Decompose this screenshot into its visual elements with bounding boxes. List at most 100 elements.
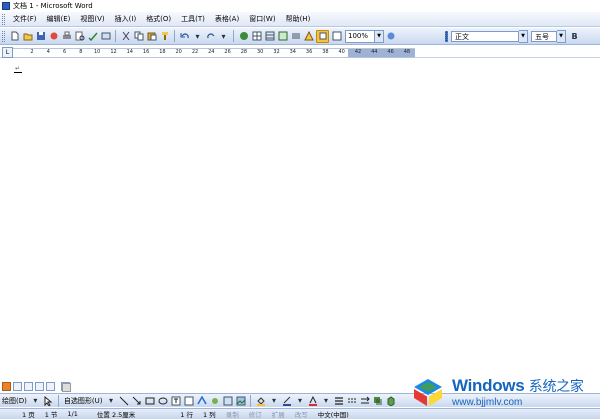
title-bar: 文档 1 - Microsoft Word	[0, 0, 600, 12]
line-color-dropdown-icon[interactable]: ▾	[294, 395, 305, 406]
outline-view-icon[interactable]	[35, 382, 44, 391]
fill-color-icon[interactable]	[255, 395, 266, 406]
menu-bar: 文件(F) 编辑(E) 视图(V) 插入(I) 格式(O) 工具(T) 表格(A…	[0, 12, 600, 27]
status-rec[interactable]: 录制	[221, 409, 244, 419]
status-trk[interactable]: 修订	[244, 409, 267, 419]
style-select[interactable]: 正文	[451, 30, 519, 42]
menu-window[interactable]: 窗口(W)	[244, 13, 280, 26]
line-color-icon[interactable]	[281, 395, 292, 406]
vertical-text-box-icon[interactable]	[183, 395, 194, 406]
font-size-select[interactable]: 五号	[531, 30, 557, 42]
line-icon[interactable]	[118, 395, 129, 406]
rectangle-icon[interactable]	[144, 395, 155, 406]
tab-stop-selector[interactable]: L	[2, 47, 13, 58]
ruler-tick-label: 14	[126, 49, 133, 55]
draw-menu-button[interactable]: 绘图(D)	[0, 396, 29, 406]
ruler-tick-label: 12	[110, 49, 117, 55]
font-size-dropdown-icon[interactable]: ▼	[557, 29, 566, 43]
status-ovr[interactable]: 改写	[290, 409, 313, 419]
zoom-dropdown-icon[interactable]: ▼	[375, 29, 384, 43]
cut-icon[interactable]	[120, 31, 131, 42]
drawing-toggle-icon[interactable]	[303, 31, 314, 42]
arrow-icon[interactable]	[131, 395, 142, 406]
insert-picture-icon[interactable]	[235, 395, 246, 406]
text-box-icon[interactable]	[170, 395, 181, 406]
diagram-icon[interactable]	[209, 395, 220, 406]
print-preview-icon[interactable]	[74, 31, 85, 42]
windows-logo-icon	[414, 378, 442, 406]
ruler-tick-label: 20	[175, 49, 182, 55]
spelling-icon[interactable]	[87, 31, 98, 42]
bold-button[interactable]: B	[569, 31, 580, 42]
status-page: 1 页	[22, 411, 35, 419]
dash-style-icon[interactable]	[346, 395, 357, 406]
watermark: Windows 系统之家 www.bjjmlv.com	[410, 369, 600, 414]
menu-insert[interactable]: 插入(I)	[110, 13, 142, 26]
ruler-tick-label: 2	[30, 49, 34, 55]
format-painter-icon[interactable]	[159, 31, 170, 42]
line-style-icon[interactable]	[333, 395, 344, 406]
menu-tools[interactable]: 工具(T)	[176, 13, 210, 26]
menu-help[interactable]: 帮助(H)	[281, 13, 316, 26]
zoom-field[interactable]: 100%	[345, 29, 375, 43]
help-icon[interactable]	[385, 31, 396, 42]
menu-table[interactable]: 表格(A)	[210, 13, 244, 26]
autoshapes-menu-button[interactable]: 自选图形(U)	[62, 396, 105, 406]
menu-format[interactable]: 格式(O)	[141, 13, 176, 26]
ruler-tick-label: 24	[208, 49, 215, 55]
status-line: 1 行	[180, 411, 193, 419]
fill-color-dropdown-icon[interactable]: ▾	[268, 395, 279, 406]
ruler-tick-label: 48	[403, 49, 411, 55]
toolbar-separator	[57, 394, 59, 407]
formatting-toolbar-grip-icon[interactable]	[445, 30, 448, 42]
style-dropdown-icon[interactable]: ▼	[519, 29, 528, 43]
horizontal-scrollbar[interactable]	[62, 383, 71, 392]
3d-style-icon[interactable]	[385, 395, 396, 406]
paste-icon[interactable]	[146, 31, 157, 42]
research-icon[interactable]	[100, 31, 111, 42]
redo-dropdown-icon[interactable]: ▾	[218, 31, 229, 42]
document-map-icon[interactable]	[316, 29, 329, 43]
draw-menu-dropdown-icon[interactable]: ▾	[30, 395, 41, 406]
font-color-icon[interactable]	[307, 395, 318, 406]
wordart-icon[interactable]	[196, 395, 207, 406]
new-document-icon[interactable]	[9, 31, 20, 42]
ruler-tick-label: 6	[63, 49, 67, 55]
arrow-style-icon[interactable]	[359, 395, 370, 406]
document-area[interactable]: ↵	[0, 59, 600, 380]
redo-icon[interactable]	[205, 31, 216, 42]
permission-icon[interactable]	[48, 31, 59, 42]
web-layout-view-icon[interactable]	[13, 382, 22, 391]
ruler-track[interactable]: 2 4 6 8 10 12 14 16 18 20 22 24 26 28 30 32 34 36 38 40 42 44…	[13, 48, 415, 58]
menu-view[interactable]: 视图(V)	[75, 13, 109, 26]
toolbar-separator	[250, 394, 252, 407]
undo-dropdown-icon[interactable]: ▾	[192, 31, 203, 42]
open-folder-icon[interactable]	[22, 31, 33, 42]
save-icon[interactable]	[35, 31, 46, 42]
select-objects-icon[interactable]	[43, 395, 54, 406]
clip-art-icon[interactable]	[222, 395, 233, 406]
tables-borders-icon[interactable]	[251, 31, 262, 42]
hyperlink-icon[interactable]	[238, 31, 249, 42]
undo-icon[interactable]	[179, 31, 190, 42]
menu-file[interactable]: 文件(F)	[8, 13, 42, 26]
insert-excel-icon[interactable]	[277, 31, 288, 42]
menu-edit[interactable]: 编辑(E)	[42, 13, 76, 26]
font-color-dropdown-icon[interactable]: ▾	[320, 395, 331, 406]
toolbar-grip-icon[interactable]	[2, 30, 5, 42]
normal-view-icon[interactable]	[2, 382, 11, 391]
shadow-style-icon[interactable]	[372, 395, 383, 406]
reading-layout-view-icon[interactable]	[46, 382, 55, 391]
menubar-grip-icon[interactable]	[2, 13, 5, 25]
insert-table-icon[interactable]	[264, 31, 275, 42]
print-layout-view-icon[interactable]	[24, 382, 33, 391]
status-ext[interactable]: 扩展	[267, 409, 290, 419]
columns-icon[interactable]	[290, 31, 301, 42]
copy-icon[interactable]	[133, 31, 144, 42]
show-hide-icon[interactable]	[331, 31, 342, 42]
ruler-tick-label: 36	[305, 49, 313, 55]
autoshapes-dropdown-icon[interactable]: ▾	[105, 395, 116, 406]
oval-icon[interactable]	[157, 395, 168, 406]
word-app-icon[interactable]	[2, 2, 10, 10]
print-icon[interactable]	[61, 31, 72, 42]
